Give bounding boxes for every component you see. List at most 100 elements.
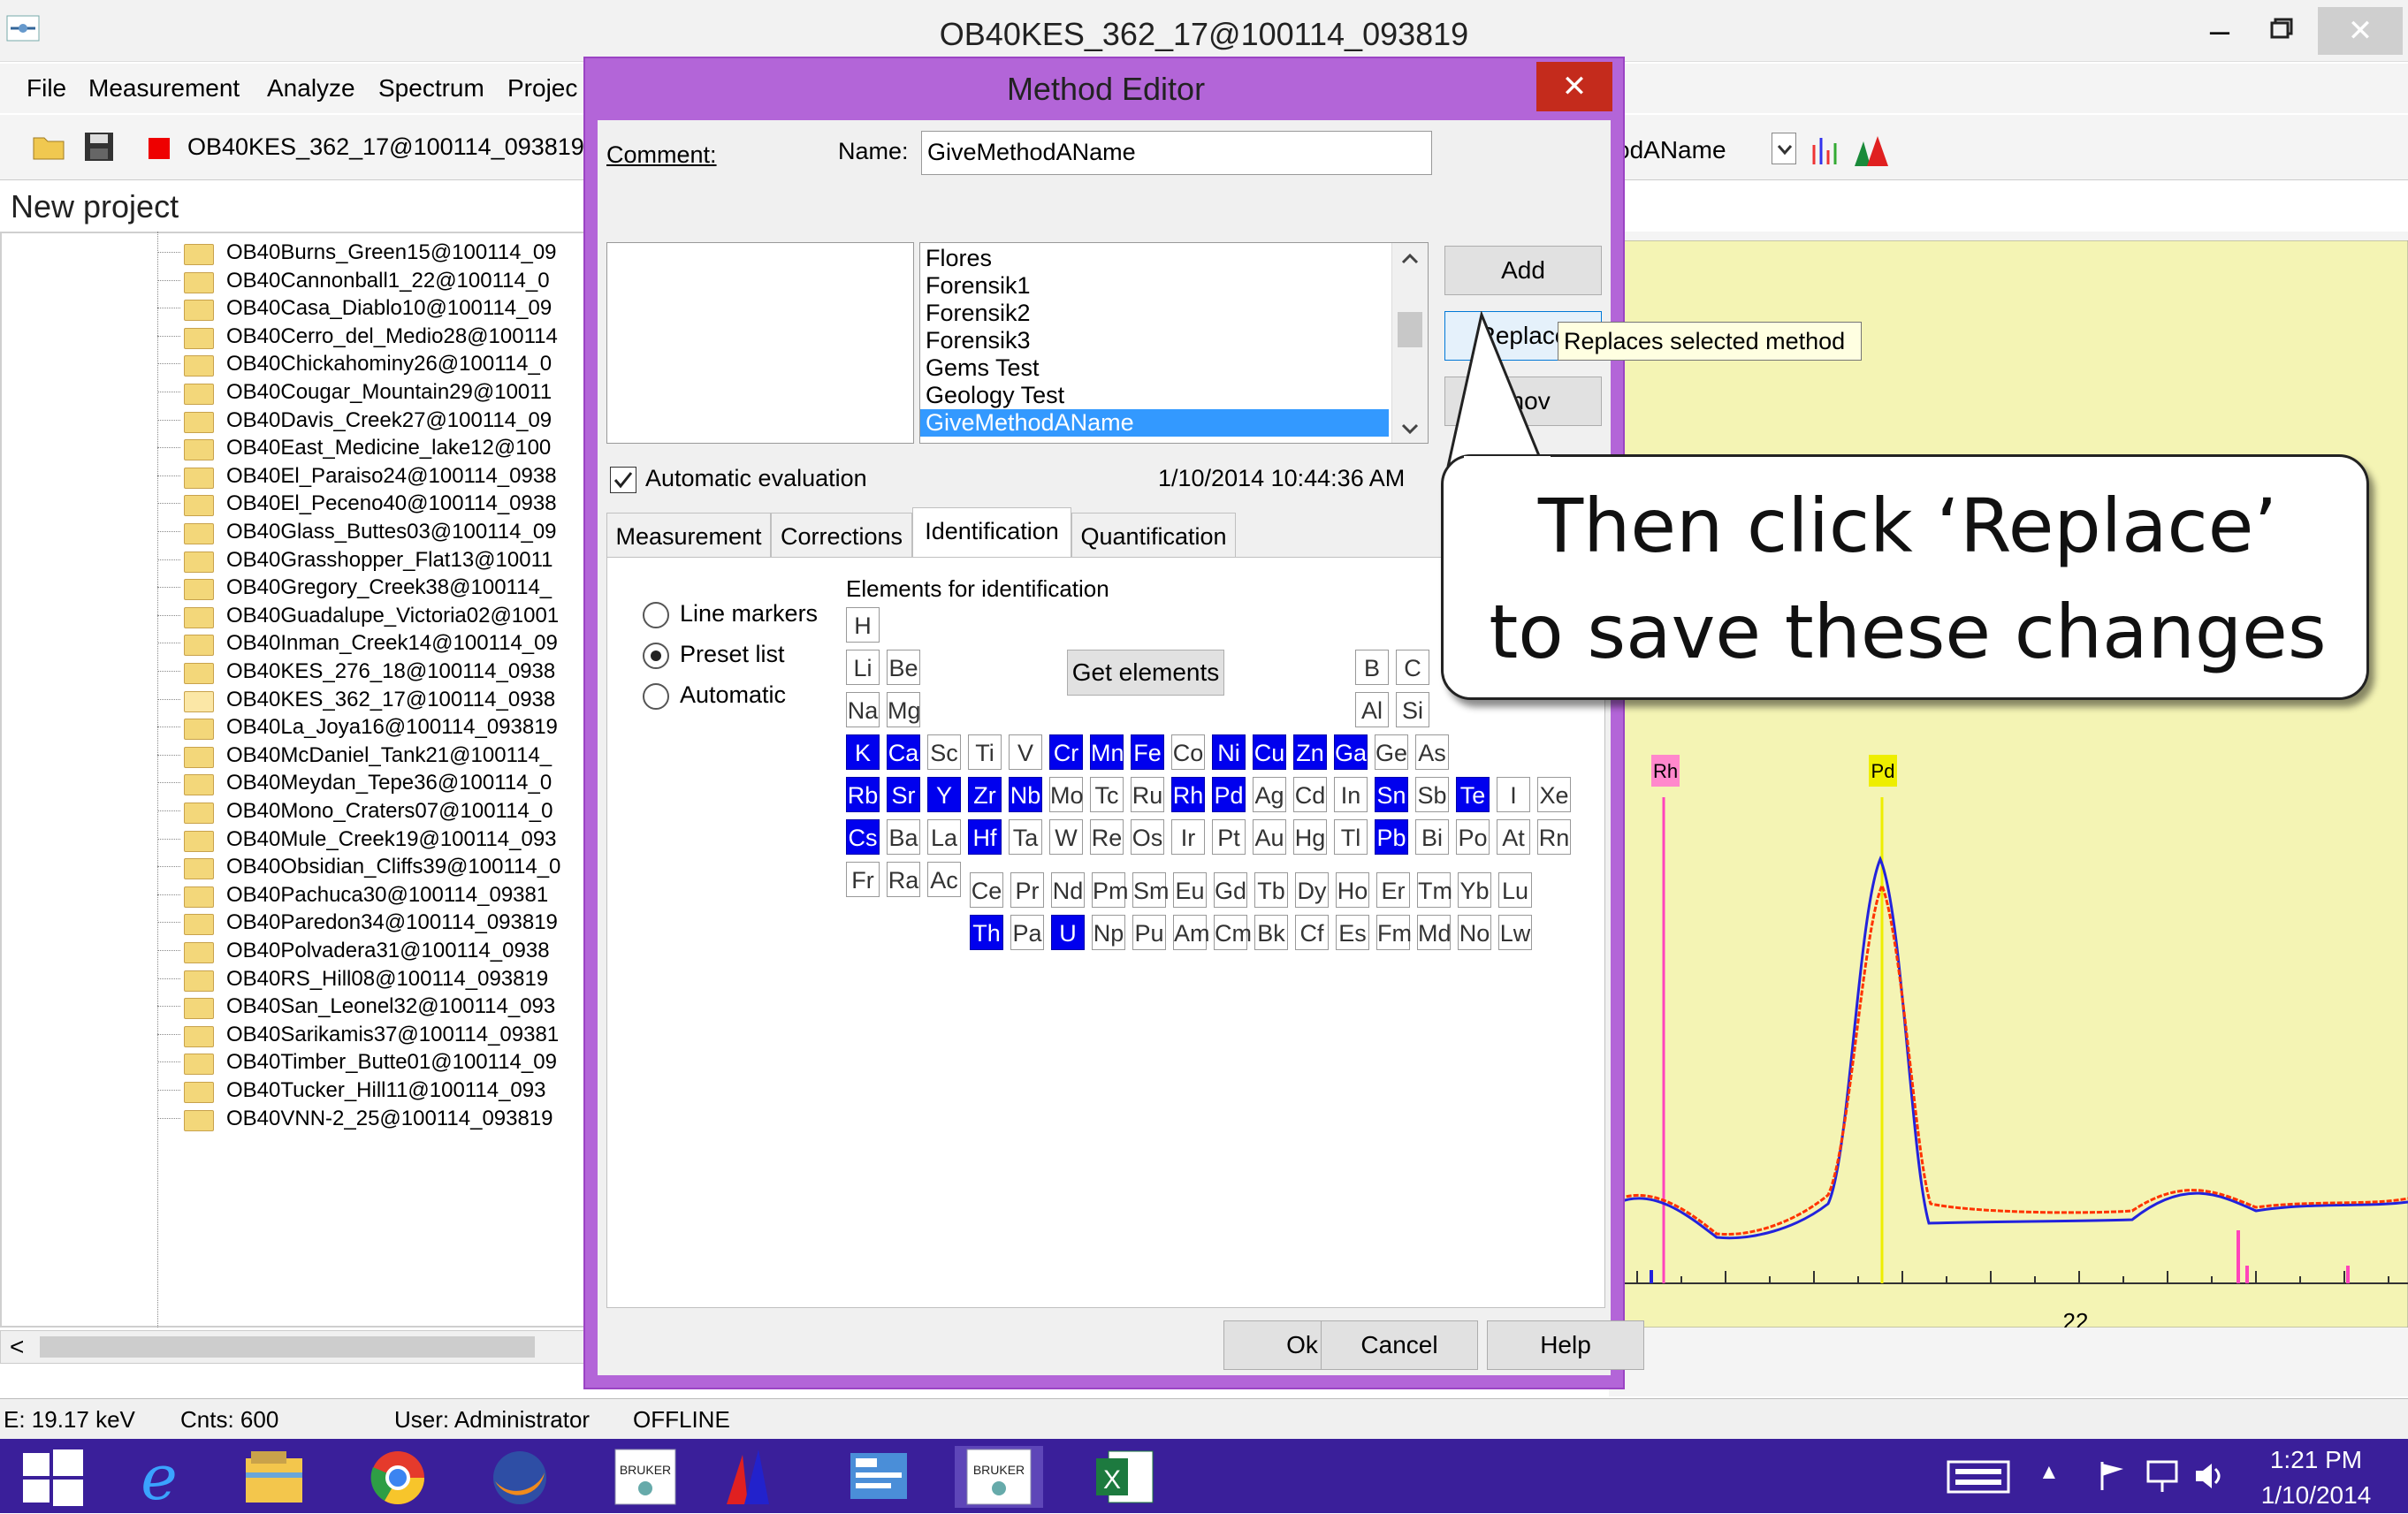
tree-item[interactable]: OB40East_Medicine_lake12@100 bbox=[0, 434, 619, 461]
spectrum-graph[interactable]: Rh Pd 22 bbox=[1619, 240, 2408, 1335]
tree-item[interactable]: OB40McDaniel_Tank21@100114_ bbox=[0, 742, 619, 769]
tree-item[interactable]: OB40El_Paraiso24@100114_0938 bbox=[0, 462, 619, 490]
control-panel-icon[interactable] bbox=[843, 1446, 914, 1508]
method-list-item[interactable]: Forensik3 bbox=[920, 327, 1389, 354]
element-ga[interactable]: Ga bbox=[1334, 734, 1368, 770]
method-list-item[interactable]: Forensik1 bbox=[920, 272, 1389, 300]
element-ge[interactable]: Ge bbox=[1375, 734, 1408, 770]
tree-item[interactable]: OB40Tucker_Hill11@100114_093 bbox=[0, 1077, 619, 1104]
element-mn[interactable]: Mn bbox=[1090, 734, 1124, 770]
element-tc[interactable]: Tc bbox=[1090, 777, 1124, 812]
cancel-button[interactable]: Cancel bbox=[1321, 1320, 1478, 1370]
element-ac[interactable]: Ac bbox=[927, 862, 961, 897]
element-rb[interactable]: Rb bbox=[846, 777, 880, 812]
element-xe[interactable]: Xe bbox=[1537, 777, 1571, 812]
element-pa[interactable]: Pa bbox=[1010, 915, 1044, 950]
tree-item[interactable]: OB40Glass_Buttes03@100114_09 bbox=[0, 518, 619, 545]
element-sb[interactable]: Sb bbox=[1415, 777, 1449, 812]
tree-item[interactable]: OB40Paredon34@100114_093819 bbox=[0, 909, 619, 936]
element-th[interactable]: Th bbox=[970, 915, 1003, 950]
element-pb[interactable]: Pb bbox=[1375, 819, 1408, 855]
tree-item[interactable]: OB40Casa_Diablo10@100114_09 bbox=[0, 294, 619, 322]
element-nd[interactable]: Nd bbox=[1051, 872, 1085, 908]
method-list-item[interactable]: GiveMethodAName bbox=[920, 409, 1389, 437]
menu-measurement[interactable]: Measurement bbox=[88, 64, 240, 113]
tree-item[interactable]: OB40Guadalupe_Victoria02@1001 bbox=[0, 602, 619, 629]
element-tm[interactable]: Tm bbox=[1417, 872, 1452, 908]
element-os[interactable]: Os bbox=[1131, 819, 1164, 855]
element-cm[interactable]: Cm bbox=[1214, 915, 1252, 950]
element-nb[interactable]: Nb bbox=[1009, 777, 1042, 812]
tree-item[interactable]: OB40El_Peceno40@100114_0938 bbox=[0, 490, 619, 517]
element-po[interactable]: Po bbox=[1456, 819, 1490, 855]
dialog-close-button[interactable]: ✕ bbox=[1536, 62, 1612, 111]
tree-item[interactable]: OB40Cougar_Mountain29@10011 bbox=[0, 378, 619, 406]
tree-item[interactable]: OB40Mule_Creek19@100114_093 bbox=[0, 825, 619, 853]
element-li[interactable]: Li bbox=[846, 650, 880, 685]
menu-project[interactable]: Projec bbox=[507, 64, 577, 113]
spectrum-tool-icon[interactable] bbox=[718, 1446, 789, 1508]
menu-analyze[interactable]: Analyze bbox=[267, 64, 355, 113]
comment-textarea[interactable] bbox=[606, 242, 914, 444]
tray-overflow-icon[interactable]: ▲ bbox=[2038, 1460, 2060, 1485]
tree-item[interactable]: OB40Burns_Green15@100114_09 bbox=[0, 239, 619, 266]
element-ta[interactable]: Ta bbox=[1009, 819, 1042, 855]
tree-item[interactable]: OB40Cerro_del_Medio28@100114 bbox=[0, 323, 619, 350]
excel-icon[interactable]: X bbox=[1089, 1446, 1160, 1508]
element-w[interactable]: W bbox=[1049, 819, 1083, 855]
tree-item[interactable]: OB40Polvadera31@100114_0938 bbox=[0, 937, 619, 964]
tab-measurement[interactable]: Measurement bbox=[606, 513, 771, 559]
element-yb[interactable]: Yb bbox=[1458, 872, 1491, 908]
element-y[interactable]: Y bbox=[927, 777, 961, 812]
element-na[interactable]: Na bbox=[846, 692, 880, 727]
element-dy[interactable]: Dy bbox=[1295, 872, 1329, 908]
bruker-app-active-icon[interactable]: BRUKER bbox=[955, 1446, 1043, 1508]
element-i[interactable]: I bbox=[1497, 777, 1530, 812]
tree-item[interactable]: OB40Cannonball1_22@100114_0 bbox=[0, 267, 619, 294]
element-h[interactable]: H bbox=[846, 607, 880, 643]
element-ca[interactable]: Ca bbox=[887, 734, 920, 770]
element-ti[interactable]: Ti bbox=[968, 734, 1002, 770]
tree-item[interactable]: OB40Meydan_Tepe36@100114_0 bbox=[0, 769, 619, 796]
bruker-app-icon[interactable]: BRUKER bbox=[610, 1446, 681, 1508]
method-select[interactable]: odAName bbox=[1616, 131, 1779, 170]
file-explorer-icon[interactable] bbox=[239, 1446, 309, 1508]
tab-quantification[interactable]: Quantification bbox=[1071, 513, 1236, 559]
method-list-item[interactable]: Flores bbox=[920, 245, 1389, 272]
element-mo[interactable]: Mo bbox=[1049, 777, 1084, 812]
chrome-icon[interactable] bbox=[362, 1446, 433, 1508]
element-pt[interactable]: Pt bbox=[1212, 819, 1246, 855]
radio-automatic[interactable] bbox=[643, 683, 669, 710]
element-sc[interactable]: Sc bbox=[927, 734, 961, 770]
maximize-button[interactable] bbox=[2254, 7, 2313, 55]
element-rn[interactable]: Rn bbox=[1537, 819, 1571, 855]
element-np[interactable]: Np bbox=[1092, 915, 1125, 950]
network-icon[interactable] bbox=[2143, 1457, 2182, 1495]
tree-item[interactable]: OB40Grasshopper_Flat13@10011 bbox=[0, 546, 619, 574]
element-c[interactable]: C bbox=[1396, 650, 1429, 685]
element-in[interactable]: In bbox=[1334, 777, 1368, 812]
help-button[interactable]: Help bbox=[1487, 1320, 1644, 1370]
tree-item[interactable]: OB40Mono_Craters07@100114_0 bbox=[0, 797, 619, 825]
element-sr[interactable]: Sr bbox=[887, 777, 920, 812]
element-zn[interactable]: Zn bbox=[1293, 734, 1327, 770]
element-al[interactable]: Al bbox=[1355, 692, 1389, 727]
close-button[interactable]: ✕ bbox=[2318, 7, 2403, 55]
internet-explorer-icon[interactable]: e bbox=[124, 1442, 194, 1514]
tree-item[interactable]: OB40Inman_Creek14@100114_09 bbox=[0, 629, 619, 657]
element-bk[interactable]: Bk bbox=[1254, 915, 1288, 950]
method-list-item[interactable]: Geology Test bbox=[920, 382, 1389, 409]
element-tl[interactable]: Tl bbox=[1334, 819, 1368, 855]
clock-time[interactable]: 1:21 PM bbox=[2245, 1446, 2387, 1474]
element-cr[interactable]: Cr bbox=[1049, 734, 1083, 770]
element-lu[interactable]: Lu bbox=[1498, 872, 1532, 908]
save-icon[interactable] bbox=[83, 131, 115, 163]
scroll-thumb[interactable] bbox=[40, 1336, 535, 1358]
windows-start-icon[interactable] bbox=[18, 1446, 88, 1508]
element-pr[interactable]: Pr bbox=[1010, 872, 1044, 908]
minimize-button[interactable]: – bbox=[2191, 7, 2249, 55]
element-b[interactable]: B bbox=[1355, 650, 1389, 685]
element-as[interactable]: As bbox=[1415, 734, 1449, 770]
method-list-item[interactable]: Forensik2 bbox=[920, 300, 1389, 327]
element-ni[interactable]: Ni bbox=[1212, 734, 1246, 770]
